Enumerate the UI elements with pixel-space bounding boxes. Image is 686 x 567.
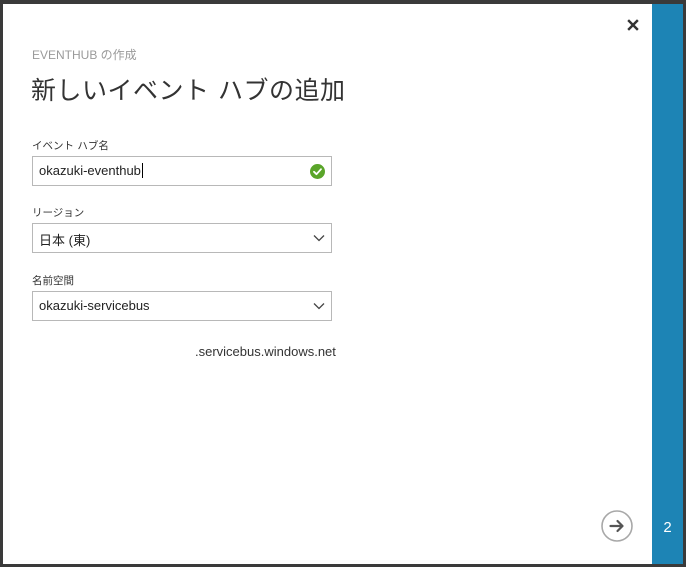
check-circle-icon: [310, 164, 325, 179]
close-button[interactable]: [625, 17, 641, 33]
eventhub-name-value: okazuki-eventhub: [39, 163, 143, 178]
create-eventhub-dialog: EVENTHUB の作成 新しいイベント ハブの追加 イベント ハブ名 okaz…: [3, 4, 652, 564]
region-label: リージョン: [32, 207, 85, 219]
namespace-label: 名前空間: [32, 275, 74, 287]
region-select[interactable]: 日本 (東): [32, 223, 332, 253]
next-button[interactable]: [601, 510, 633, 542]
wizard-step-bar: 2: [652, 4, 683, 564]
namespace-selected-value: okazuki-servicebus: [39, 298, 150, 313]
step-number: 2: [663, 519, 672, 536]
namespace-select[interactable]: okazuki-servicebus: [32, 291, 332, 321]
namespace-suffix: .servicebus.windows.net: [195, 344, 336, 359]
eventhub-name-input[interactable]: okazuki-eventhub: [32, 156, 332, 186]
eventhub-name-label: イベント ハブ名: [32, 140, 109, 152]
region-selected-value: 日本 (東): [39, 233, 91, 248]
chevron-down-icon: [313, 235, 325, 242]
close-icon: [627, 19, 639, 31]
text-caret: [141, 163, 143, 178]
arrow-right-circle-icon: [601, 510, 633, 542]
chevron-down-icon: [313, 303, 325, 310]
page-title: 新しいイベント ハブの追加: [31, 76, 346, 105]
dialog-subtitle: EVENTHUB の作成: [32, 48, 137, 62]
